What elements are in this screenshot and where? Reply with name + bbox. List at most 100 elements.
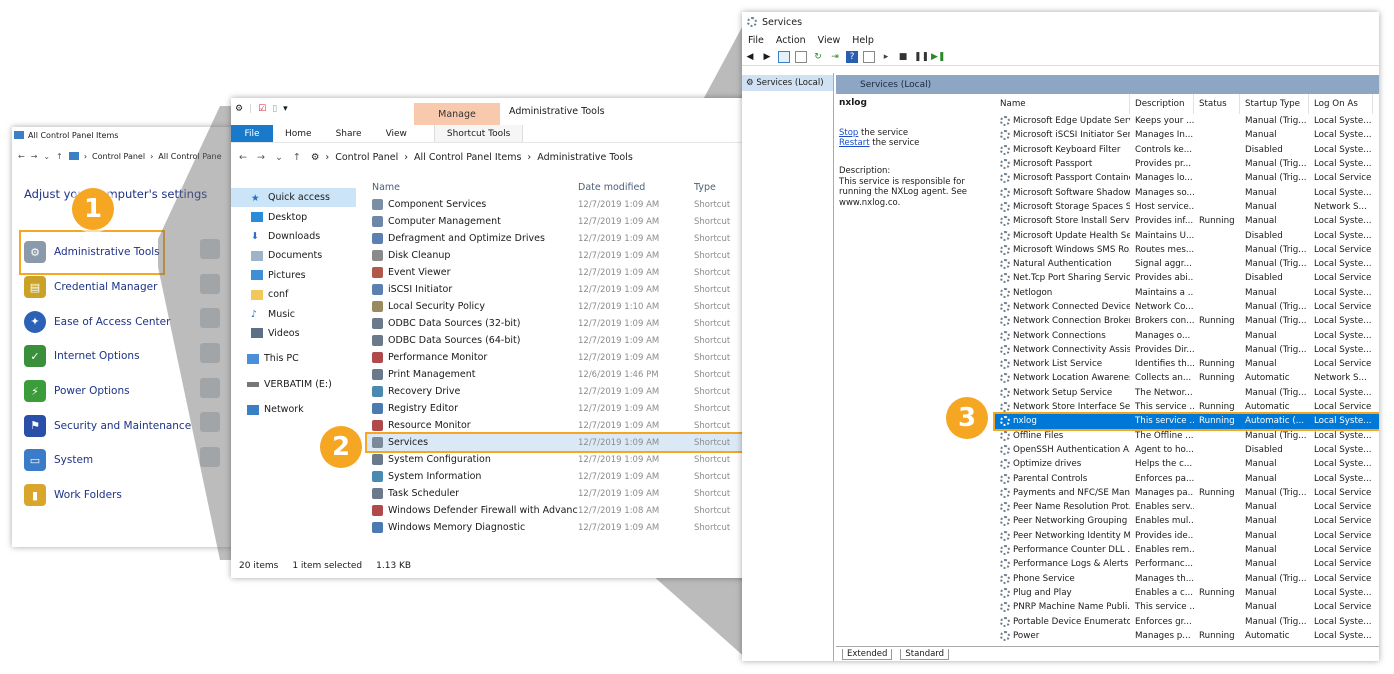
restart-service-link[interactable]: Restart <box>839 138 870 148</box>
table-row[interactable]: Windows Memory Diagnostic 12/7/2019 1:09 … <box>367 519 751 536</box>
table-row[interactable]: Microsoft Software Shadow... Manages so..… <box>995 185 1379 199</box>
cp-icon[interactable] <box>200 412 220 433</box>
breadcrumb[interactable]: ⚙ › Control Panel › All Control Panel It… <box>311 152 633 163</box>
table-row[interactable]: Microsoft Store Install Service Provides … <box>995 214 1379 228</box>
column-date[interactable]: Date modified <box>578 182 694 193</box>
table-row[interactable]: Resource Monitor 12/7/2019 1:09 AM Shortcu… <box>367 417 751 434</box>
table-row[interactable]: Performance Logs & Alerts Performanc... Ma… <box>995 557 1379 571</box>
table-row[interactable]: Network Store Interface Ser... This servi… <box>995 400 1379 414</box>
nav-pictures[interactable]: Pictures <box>231 266 356 285</box>
table-row[interactable]: Defragment and Optimize Drives 12/7/2019 … <box>367 230 751 247</box>
table-row[interactable]: Network Setup Service The Networ... Manual… <box>995 386 1379 400</box>
nav-quick-access[interactable]: ★ Quick access <box>231 188 356 208</box>
crumb-control-panel[interactable]: Control Panel <box>92 152 145 161</box>
table-row[interactable]: Plug and Play Enables a c... Running Manual… <box>995 586 1379 600</box>
table-row[interactable]: Performance Monitor 12/7/2019 1:09 AM Shor… <box>367 349 751 366</box>
breadcrumb[interactable]: › Control Panel › All Control Pane <box>68 152 222 161</box>
crumb-control-panel[interactable]: Control Panel <box>335 152 398 163</box>
back-arrow-icon[interactable]: ← <box>239 152 247 163</box>
column-type[interactable]: Type <box>694 182 716 193</box>
back-arrow-icon[interactable]: ← <box>18 152 25 161</box>
cp-item-internet-options[interactable]: ✓ Internet Options <box>24 339 191 374</box>
cp-item-administrative-tools[interactable]: ⚙ Administrative Tools <box>19 230 165 275</box>
up-arrow-icon[interactable]: ↑ <box>56 152 63 161</box>
tab-standard[interactable]: Standard <box>900 648 950 660</box>
table-row[interactable]: System Configuration 12/7/2019 1:09 AM Sho… <box>367 451 751 468</box>
table-row[interactable]: ODBC Data Sources (32-bit) 12/7/2019 1:09… <box>367 315 751 332</box>
cp-item-power-options[interactable]: ⚡ Power Options <box>24 374 191 409</box>
nav-videos[interactable]: Videos <box>231 324 356 343</box>
column-log-on-as[interactable]: Log On As <box>1309 94 1373 114</box>
tab-view[interactable]: View <box>374 125 419 142</box>
tab-home[interactable]: Home <box>273 125 324 142</box>
table-row[interactable]: Network Connection Broker Brokers con... R… <box>995 314 1379 328</box>
table-row[interactable]: Component Services 12/7/2019 1:09 AM Short… <box>367 196 751 213</box>
table-row[interactable]: Microsoft Passport Provides pr... Manual (… <box>995 157 1379 171</box>
table-row[interactable]: Microsoft Edge Update Serv... Keeps your … <box>995 114 1379 128</box>
table-row[interactable]: Print Management 12/6/2019 1:46 PM Shortcu… <box>367 366 751 383</box>
table-row[interactable]: Network Connected Device... Network Co...… <box>995 300 1379 314</box>
export-icon[interactable]: ⇥ <box>829 51 841 63</box>
table-row[interactable]: Power Manages p... Running Automatic Local S… <box>995 629 1379 643</box>
table-row[interactable]: Performance Counter DLL ... Enables rem..… <box>995 543 1379 557</box>
column-name[interactable]: Name <box>995 94 1130 114</box>
tab-extended[interactable]: Extended <box>842 648 893 660</box>
stop-icon[interactable]: ■ <box>897 51 909 63</box>
start-icon[interactable]: ▸ <box>880 51 892 63</box>
table-row[interactable]: Peer Networking Identity M... Provides id… <box>995 529 1379 543</box>
nav-documents[interactable]: Documents <box>231 246 356 265</box>
properties-icon[interactable]: ⚙ <box>235 104 243 114</box>
table-row[interactable]: Natural Authentication Signal aggr... Manu… <box>995 257 1379 271</box>
cp-item-system[interactable]: ▭ System <box>24 443 191 478</box>
cp-icon[interactable] <box>200 377 220 398</box>
table-row[interactable]: iSCSI Initiator 12/7/2019 1:09 AM Shortcut <box>367 281 751 298</box>
cp-item-security-maintenance[interactable]: ⚑ Security and Maintenance <box>24 408 191 443</box>
nav-network[interactable]: Network <box>231 400 356 419</box>
up-arrow-icon[interactable]: ↑ <box>293 152 301 163</box>
forward-arrow-icon[interactable]: → <box>31 152 38 161</box>
column-name[interactable]: Name <box>367 182 578 193</box>
cp-item-work-folders[interactable]: ▮ Work Folders <box>24 478 191 513</box>
table-row[interactable]: Recovery Drive 12/7/2019 1:09 AM Shortcut <box>367 383 751 400</box>
help-icon[interactable]: ? <box>846 50 858 63</box>
column-startup-type[interactable]: Startup Type <box>1240 94 1309 114</box>
table-row[interactable]: Microsoft Windows SMS Ro... Routes mes...… <box>995 243 1379 257</box>
table-row[interactable]: Phone Service Manages th... Manual (Trig..… <box>995 572 1379 586</box>
menu-file[interactable]: File <box>748 35 764 46</box>
table-row[interactable]: Microsoft Update Health Se... Maintains U… <box>995 228 1379 242</box>
properties-sheet-icon[interactable] <box>863 50 875 63</box>
table-row[interactable]: Microsoft Passport Container Manages lo..… <box>995 171 1379 185</box>
table-row[interactable]: Microsoft iSCSI Initiator Ser... Manages … <box>995 128 1379 142</box>
table-row[interactable]: Net.Tcp Port Sharing Service Provides abi… <box>995 271 1379 285</box>
back-arrow-icon[interactable]: ◀ <box>744 51 756 63</box>
table-row[interactable]: Computer Management 12/7/2019 1:09 AM Shor… <box>367 213 751 230</box>
nav-drive[interactable]: VERBATIM (E:) <box>231 375 356 394</box>
table-row[interactable]: Windows Defender Firewall with Advanc...… <box>367 502 751 519</box>
tree-services-local[interactable]: ⚙ Services (Local) <box>742 75 833 91</box>
table-row[interactable]: Optimize drives Helps the c... Manual Local… <box>995 457 1379 471</box>
new-folder-icon[interactable]: ▯ <box>272 104 277 114</box>
table-row[interactable]: System Information 12/7/2019 1:09 AM Short… <box>367 468 751 485</box>
cp-icon[interactable] <box>200 308 220 329</box>
nav-music[interactable]: ♪ Music <box>231 304 356 323</box>
table-row[interactable]: ODBC Data Sources (64-bit) 12/7/2019 1:09… <box>367 332 751 349</box>
table-row[interactable]: Payments and NFC/SE Man... Manages pa... R… <box>995 486 1379 500</box>
tab-share[interactable]: Share <box>324 125 374 142</box>
table-row[interactable]: Parental Controls Enforces pa... Manual Loc… <box>995 471 1379 485</box>
cp-icon[interactable] <box>200 343 220 364</box>
table-row[interactable]: Netlogon Maintains a ... Manual Local Syste… <box>995 286 1379 300</box>
table-row[interactable]: Peer Networking Grouping Enables mul... Ma… <box>995 514 1379 528</box>
column-description[interactable]: Description <box>1130 94 1194 114</box>
crumb-all-items[interactable]: All Control Panel Items <box>414 152 521 163</box>
customize-icon[interactable]: ▾ <box>283 104 288 114</box>
table-row[interactable]: Microsoft Keyboard Filter Controls ke... D… <box>995 143 1379 157</box>
show-tree-icon[interactable] <box>778 50 790 63</box>
crumb-all-items[interactable]: All Control Pane <box>158 152 221 161</box>
table-row[interactable]: Registry Editor 12/7/2019 1:09 AM Shortcut <box>367 400 751 417</box>
cp-item-credential-manager[interactable]: ▤ Credential Manager <box>24 270 191 305</box>
forward-arrow-icon[interactable]: → <box>257 152 265 163</box>
nav-downloads[interactable]: ⬇ Downloads <box>231 227 356 246</box>
column-status[interactable]: Status <box>1194 94 1240 114</box>
restart-icon[interactable]: ▶❚ <box>931 51 945 63</box>
menu-action[interactable]: Action <box>776 35 806 46</box>
